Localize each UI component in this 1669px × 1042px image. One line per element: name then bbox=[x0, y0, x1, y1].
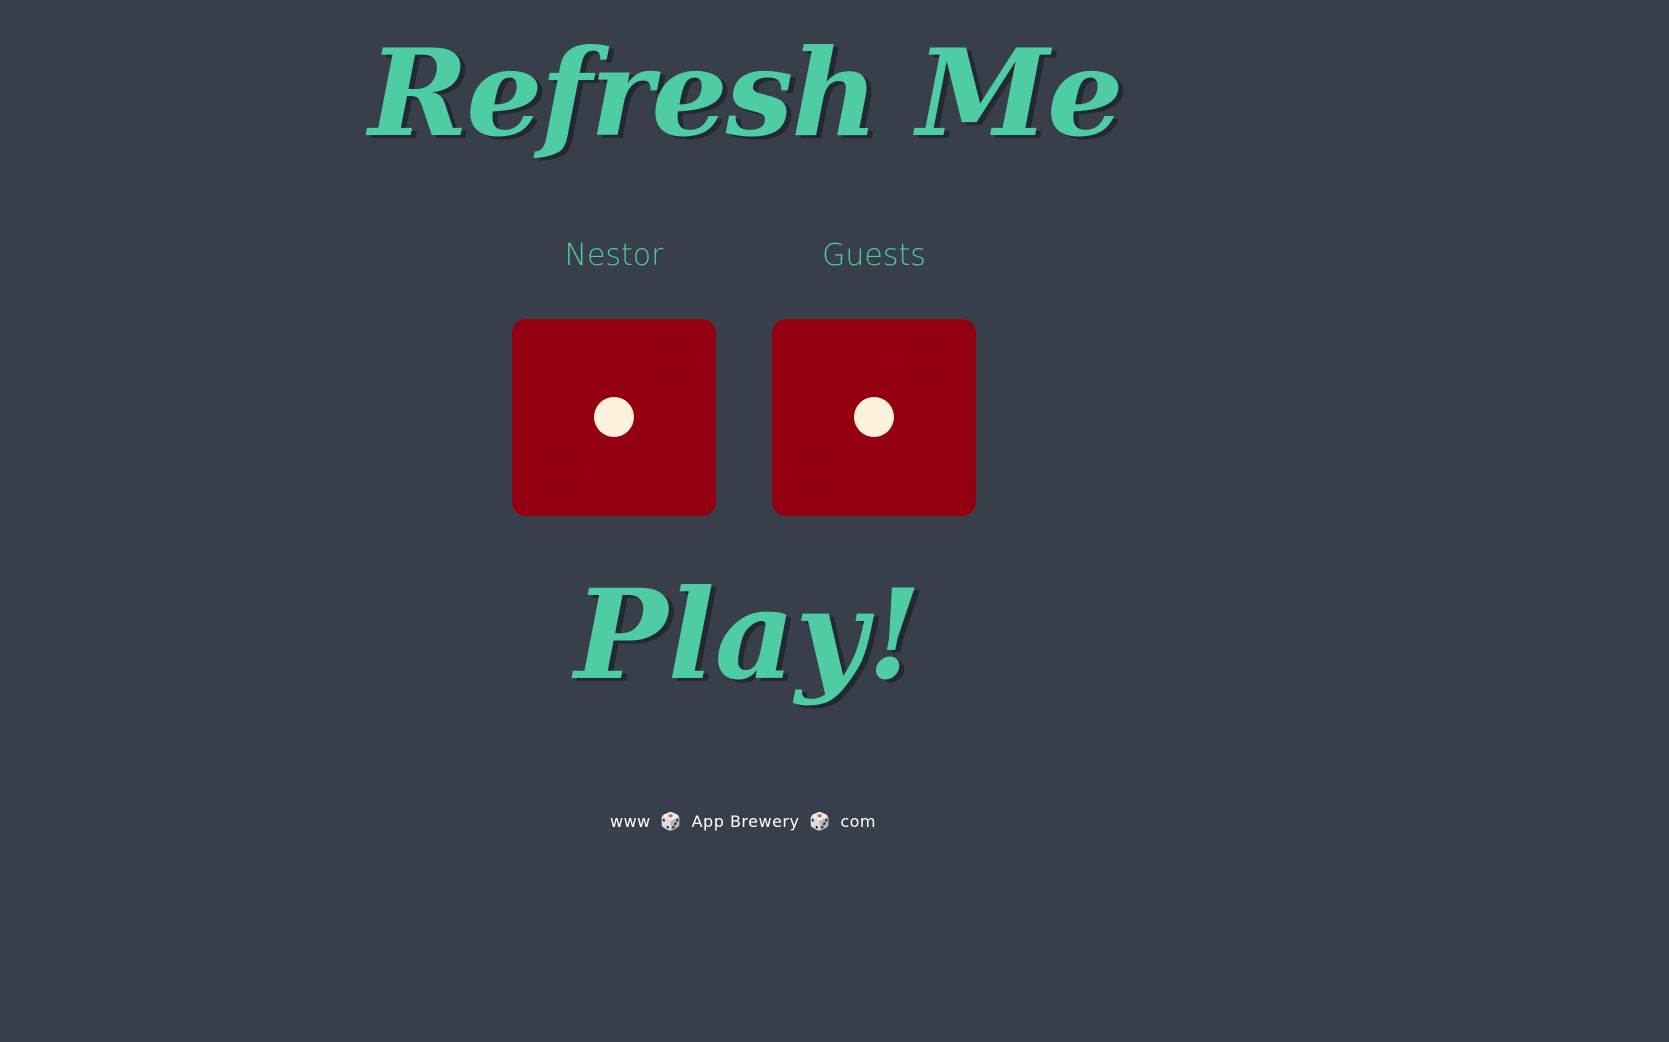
die-ghost-pip bbox=[538, 451, 578, 491]
die-ghost-pip bbox=[798, 451, 838, 491]
player-1-name: Nestor bbox=[564, 238, 664, 273]
player-2-die bbox=[772, 319, 976, 516]
footer-brand: App Brewery bbox=[691, 812, 800, 831]
die-ghost-pip bbox=[650, 341, 690, 381]
footer-com: com bbox=[840, 812, 877, 831]
dice-icon: 🎲 bbox=[809, 812, 831, 832]
page-title: Refresh Me bbox=[368, 23, 1123, 164]
die-pip bbox=[594, 397, 634, 437]
die-ghost-pip bbox=[910, 341, 950, 381]
play-button[interactable]: Play! bbox=[0, 567, 1496, 704]
die-pip bbox=[854, 397, 894, 437]
footer-www: www bbox=[609, 812, 651, 831]
footer-credit[interactable]: www 🎲 App Brewery 🎲 com bbox=[0, 812, 1486, 832]
player-1-die bbox=[512, 319, 716, 516]
dice-icon: 🎲 bbox=[660, 812, 683, 832]
player-2-name: Guests bbox=[822, 238, 926, 273]
